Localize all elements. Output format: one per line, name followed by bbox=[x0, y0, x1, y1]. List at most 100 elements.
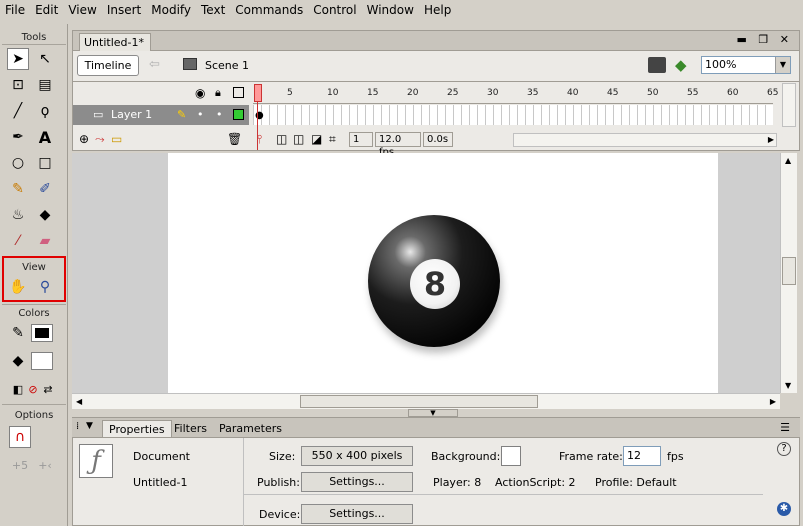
scroll-up-icon[interactable]: ▲ bbox=[785, 156, 791, 165]
help-icon[interactable]: ? bbox=[777, 442, 791, 456]
scroll-left-icon[interactable]: ◀ bbox=[76, 397, 82, 406]
stage[interactable]: 8 bbox=[168, 153, 718, 393]
frame-rate[interactable]: 12.0 fps bbox=[375, 132, 421, 158]
document-tab[interactable]: Untitled-1* bbox=[79, 33, 151, 51]
profile-text: Profile: Default bbox=[595, 476, 677, 489]
rectangle-icon[interactable]: □ bbox=[34, 152, 56, 174]
snap-magnet-icon[interactable]: ∩ bbox=[9, 426, 31, 448]
subselect-icon[interactable]: ↖ bbox=[34, 48, 56, 70]
arrow-icon[interactable]: ➤ bbox=[7, 48, 29, 70]
onion-outline-icon[interactable]: ◫ bbox=[293, 132, 304, 146]
fill-color-swatch[interactable] bbox=[31, 352, 53, 370]
frame-number: 15 bbox=[367, 88, 379, 98]
stage-horizontal-scrollbar[interactable]: ◀ ▶ bbox=[72, 393, 780, 409]
modify-markers-icon[interactable]: ⌗ bbox=[329, 132, 336, 147]
menu-text[interactable]: Text bbox=[196, 0, 230, 20]
layer-outline-color[interactable] bbox=[233, 109, 244, 120]
frame-ruler[interactable]: 15101520253035404550556065 bbox=[253, 82, 778, 104]
edit-symbol-icon[interactable]: ◆ bbox=[675, 56, 693, 74]
eight-ball[interactable]: 8 bbox=[368, 215, 500, 347]
device-settings-button[interactable]: Settings... bbox=[301, 504, 413, 524]
paint-bucket-icon[interactable]: ◆ bbox=[34, 204, 56, 226]
visibility-dot[interactable]: • bbox=[197, 108, 204, 121]
panel-collapse-icon[interactable]: ▼ bbox=[408, 409, 458, 417]
text-icon[interactable]: A bbox=[34, 126, 56, 148]
brush-icon[interactable]: ✐ bbox=[34, 178, 56, 200]
stage-horizontal-thumb[interactable] bbox=[300, 395, 538, 408]
add-guide-icon[interactable]: ⤳ bbox=[95, 132, 105, 147]
add-folder-icon[interactable]: ▭ bbox=[111, 132, 122, 146]
straighten-icon[interactable]: +‹ bbox=[34, 454, 56, 476]
menu-help[interactable]: Help bbox=[419, 0, 456, 20]
eyedropper-icon[interactable]: ⁄ bbox=[7, 230, 29, 252]
menu-control[interactable]: Control bbox=[308, 0, 361, 20]
menu-window[interactable]: Window bbox=[362, 0, 419, 20]
lasso-icon[interactable]: ϙ bbox=[34, 100, 56, 122]
smooth-icon[interactable]: +5 bbox=[9, 454, 31, 476]
publish-settings-button[interactable]: Settings... bbox=[301, 472, 413, 492]
ball-number: 8 bbox=[423, 265, 447, 303]
center-frame-icon[interactable]: ⫯ bbox=[257, 132, 262, 147]
eraser-icon[interactable]: ▰ bbox=[34, 230, 56, 252]
menu-file[interactable]: File bbox=[0, 0, 30, 20]
gripper-icon[interactable]: ⁞ bbox=[76, 421, 79, 432]
free-transform-icon[interactable]: ⊡ bbox=[7, 74, 29, 96]
zoom-select[interactable]: 100% ▼ bbox=[701, 56, 791, 74]
options-header: Options bbox=[14, 410, 54, 421]
background-color-swatch[interactable] bbox=[501, 446, 521, 466]
menu-commands[interactable]: Commands bbox=[230, 0, 308, 20]
document-type: Document bbox=[133, 450, 190, 463]
frame-number: 55 bbox=[687, 88, 699, 98]
onion-skin-icon[interactable]: ◫ bbox=[276, 132, 287, 146]
chevron-down-icon[interactable]: ▼ bbox=[775, 57, 790, 73]
frames-grid[interactable]: ● bbox=[253, 105, 773, 125]
playhead[interactable] bbox=[254, 84, 262, 102]
lock-icon[interactable]: 🔒︎ bbox=[215, 86, 221, 100]
zoom-value: 100% bbox=[705, 58, 737, 71]
ink-bottle-icon[interactable]: ♨ bbox=[7, 204, 29, 226]
gradient-transform-icon[interactable]: ▤ bbox=[34, 74, 56, 96]
line-icon[interactable]: ╱ bbox=[7, 100, 29, 122]
size-button[interactable]: 550 x 400 pixels bbox=[301, 446, 413, 466]
collapse-icon[interactable]: ▼ bbox=[86, 421, 93, 431]
panel-menu-icon[interactable]: ☰ bbox=[780, 421, 790, 434]
frame-rate-input[interactable]: 12 bbox=[623, 446, 661, 466]
eye-icon[interactable]: ◉ bbox=[195, 86, 205, 100]
trash-icon[interactable]: 🗑︎ bbox=[227, 132, 242, 146]
timeline-button[interactable]: Timeline bbox=[77, 55, 139, 76]
fill-color-icon: ◆ bbox=[12, 353, 24, 369]
timeline-horizontal-scrollbar[interactable]: ▶ bbox=[513, 133, 777, 147]
pen-icon[interactable]: ✒ bbox=[7, 126, 29, 148]
scroll-down-icon[interactable]: ▼ bbox=[785, 381, 791, 390]
frame-number: 5 bbox=[287, 88, 293, 98]
stage-vertical-thumb[interactable] bbox=[782, 257, 796, 285]
outline-icon[interactable] bbox=[233, 87, 244, 98]
window-controls[interactable]: ▬ ❐ ✕ bbox=[737, 33, 793, 46]
document-name: Untitled-1 bbox=[133, 476, 188, 489]
tab-parameters[interactable]: Parameters bbox=[213, 420, 288, 438]
edit-multiple-icon[interactable]: ◪ bbox=[311, 132, 322, 146]
menu-view[interactable]: View bbox=[63, 0, 101, 20]
stroke-color-swatch[interactable] bbox=[31, 324, 53, 342]
add-layer-icon[interactable]: ⊕ bbox=[79, 132, 89, 146]
pencil-icon[interactable]: ✎ bbox=[7, 178, 29, 200]
document-tab-bar: Untitled-1* ▬ ❐ ✕ bbox=[72, 30, 800, 51]
stage-vertical-scrollbar[interactable]: ▲ ▼ bbox=[780, 153, 797, 393]
swap-colors-icon[interactable]: ⇄ bbox=[37, 378, 59, 400]
menu-edit[interactable]: Edit bbox=[30, 0, 63, 20]
back-arrow-icon[interactable]: ⇦ bbox=[149, 57, 160, 72]
tab-filters[interactable]: Filters bbox=[168, 420, 213, 438]
stage-area: 8 bbox=[72, 153, 780, 393]
menu-insert[interactable]: Insert bbox=[102, 0, 146, 20]
divider bbox=[2, 404, 66, 405]
tab-properties[interactable]: Properties bbox=[102, 420, 172, 438]
accessibility-icon[interactable]: ✱ bbox=[777, 502, 791, 516]
timeline-vertical-scrollbar[interactable] bbox=[782, 83, 796, 127]
scroll-right-icon[interactable]: ▶ bbox=[768, 135, 774, 144]
menu-modify[interactable]: Modify bbox=[146, 0, 196, 20]
oval-icon[interactable]: ○ bbox=[7, 152, 29, 174]
lock-dot[interactable]: • bbox=[216, 108, 223, 121]
edit-scene-icon[interactable] bbox=[648, 57, 666, 73]
scroll-right-icon[interactable]: ▶ bbox=[770, 397, 776, 406]
layer-row[interactable]: ▭ Layer 1 ✎ • • bbox=[73, 105, 249, 125]
